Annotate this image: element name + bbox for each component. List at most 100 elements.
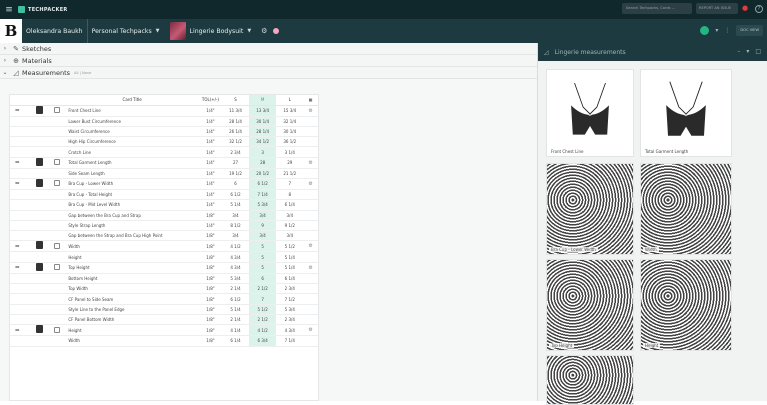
tolerance-value[interactable]: 1/4" <box>198 146 222 158</box>
measurement-card[interactable]: Front Chest Line <box>546 69 634 157</box>
size-s-value[interactable]: 28 1/4 <box>221 116 250 127</box>
tolerance-value[interactable]: 1/4" <box>198 105 222 117</box>
size-l-value[interactable]: 15 3/4 <box>276 105 304 117</box>
measurement-card[interactable]: Total Garment Length <box>640 69 732 157</box>
tolerance-value[interactable]: 1/4" <box>198 168 222 179</box>
size-s-value[interactable]: 4 3/4 <box>221 262 250 274</box>
card-title[interactable]: Style Line to the Panel Edge <box>65 304 199 315</box>
measurement-card[interactable]: Top Height <box>546 259 634 351</box>
tolerance-value[interactable]: 1/8" <box>198 283 222 295</box>
size-s-value[interactable]: 4 3/4 <box>221 251 250 263</box>
tolerance-value[interactable]: 1/4" <box>198 126 222 138</box>
row-settings-icon[interactable]: ⚙ <box>303 157 318 169</box>
size-l-value[interactable]: 5 1/2 <box>276 240 304 253</box>
table-row[interactable]: = Top Height 1/8" 4 3/4 5 5 1/4 ⚙ <box>10 262 318 274</box>
card-title[interactable]: Waist Circumference <box>65 126 199 138</box>
tolerance-value[interactable]: 1/8" <box>198 262 222 274</box>
tolerance-value[interactable]: 1/4" <box>198 189 222 201</box>
size-s-value[interactable]: 5 1/4 <box>221 199 250 211</box>
size-m-value[interactable]: 5 1/2 <box>249 304 277 315</box>
table-row[interactable]: = Width 1/8" 4 1/2 5 5 1/2 ⚙ <box>10 240 318 253</box>
size-l-value[interactable]: 5 1/4 <box>276 262 304 274</box>
tolerance-value[interactable]: 1/8" <box>198 335 222 347</box>
size-l-value[interactable]: 3/4 <box>276 210 304 221</box>
card-title[interactable]: Width <box>65 240 199 253</box>
card-title[interactable]: Crotch Line <box>65 146 199 158</box>
size-l-value[interactable]: 9 1/2 <box>276 220 304 232</box>
drag-handle-icon[interactable]: = <box>10 105 25 117</box>
card-title[interactable]: Lower Bust Circumference <box>65 116 199 127</box>
size-l-value[interactable]: 8 <box>276 189 304 201</box>
size-l-value[interactable]: 5 3/4 <box>276 304 304 315</box>
size-s-value[interactable]: 6 1/4 <box>221 335 250 347</box>
size-m-value[interactable]: 3 <box>249 146 277 158</box>
row-settings-icon[interactable]: ⚙ <box>303 105 318 117</box>
size-l-value[interactable]: 29 <box>276 157 304 169</box>
tolerance-value[interactable]: 1/8" <box>198 251 222 263</box>
sync-status-icon[interactable] <box>700 26 710 35</box>
size-m-value[interactable]: 34 1/2 <box>249 136 277 148</box>
tolerance-value[interactable]: 1/8" <box>198 273 222 285</box>
size-s-value[interactable]: 3/4 <box>221 210 250 221</box>
table-row[interactable]: Waist Circumference 1/4" 26 1/4 28 1/4 30 1/… <box>10 126 318 138</box>
size-m-value[interactable]: 13 3/4 <box>249 105 277 117</box>
size-l-value[interactable]: 30 1/4 <box>276 126 304 138</box>
more-icon[interactable]: ⋮ <box>724 27 730 34</box>
size-s-value[interactable]: 32 1/2 <box>221 136 250 148</box>
tolerance-value[interactable]: 1/8" <box>198 240 222 253</box>
size-l-value[interactable]: 3/4 <box>276 230 304 242</box>
tolerance-value[interactable]: 1/4" <box>198 178 222 190</box>
card-title[interactable]: Bra Cup - Mid Level Width <box>65 199 199 211</box>
table-row[interactable]: CF Panel Bottom Width 1/8" 2 1/4 2 1/2 2 3/4 <box>10 314 318 326</box>
row-settings-icon[interactable]: ⚙ <box>303 262 318 274</box>
size-m-value[interactable]: 3/4 <box>249 210 277 221</box>
size-l-value[interactable]: 3 1/4 <box>276 146 304 158</box>
table-row[interactable]: Gap between the Bra Cup and Strap 1/8" 3/4… <box>10 210 318 221</box>
size-m-value[interactable]: 7 <box>249 293 277 305</box>
size-s-value[interactable]: 4 1/2 <box>221 240 250 253</box>
table-settings-icon[interactable]: ▦ <box>303 95 318 106</box>
card-title[interactable]: CF Panel to Side Seam <box>65 293 199 305</box>
size-l-value[interactable]: 2 3/4 <box>276 314 304 326</box>
size-m-value[interactable]: 2 1/2 <box>249 314 277 326</box>
section-measurements[interactable]: ⌄ ◿ Measurements All | None <box>0 67 537 79</box>
section-materials[interactable]: › ⊕ Materials <box>0 55 537 67</box>
table-row[interactable]: = Height 1/8" 4 1/4 4 1/2 4 3/4 ⚙ <box>10 324 318 337</box>
product-select[interactable]: Lingerie Bodysuit ▼ <box>186 19 256 43</box>
row-checkbox[interactable] <box>53 105 66 117</box>
size-l-value[interactable]: 36 1/2 <box>276 136 304 148</box>
size-s-value[interactable]: 3/4 <box>221 230 250 242</box>
checkbox[interactable] <box>53 180 60 187</box>
row-checkbox[interactable] <box>53 240 66 253</box>
drag-handle-icon[interactable]: = <box>10 157 25 169</box>
tolerance-value[interactable]: 1/8" <box>198 230 222 242</box>
measurement-card[interactable]: Bra Cup - Lower Width <box>546 163 634 255</box>
size-m-value[interactable]: 28 1/4 <box>249 126 277 138</box>
row-checkbox[interactable] <box>53 178 66 190</box>
size-l-value[interactable]: 7 1/2 <box>276 293 304 305</box>
size-s-value[interactable]: 6 <box>221 178 250 190</box>
minimize-icon[interactable]: – <box>737 48 740 55</box>
size-s-value[interactable]: 11 3/4 <box>221 105 250 117</box>
tolerance-value[interactable]: 1/8" <box>198 210 222 221</box>
card-title[interactable]: Gap between the Bra Cup and Strap <box>65 210 199 221</box>
workspace-select[interactable]: Personal Techpacks ▼ <box>86 19 164 43</box>
tolerance-value[interactable]: 1/8" <box>198 293 222 305</box>
table-row[interactable]: High Hip Circumference 1/4" 32 1/2 34 1/2 36… <box>10 136 318 148</box>
table-row[interactable]: CF Panel to Side Seam 1/8" 6 1/2 7 7 1/2 <box>10 293 318 305</box>
size-s-value[interactable]: 26 1/4 <box>221 126 250 138</box>
notification-bell-icon[interactable]: ● <box>742 4 751 13</box>
card-title[interactable]: Side Seam Length <box>65 168 199 179</box>
table-row[interactable]: Style Line to the Panel Edge 1/8" 5 1/4 5 1… <box>10 304 318 315</box>
card-title[interactable]: Bra Cup - Lower Width <box>65 178 199 190</box>
card-title[interactable]: Front Chest Line <box>65 105 199 117</box>
card-title[interactable]: Height <box>65 324 199 337</box>
drag-handle-icon[interactable]: = <box>10 324 25 337</box>
size-m-value[interactable]: 5 <box>249 240 277 253</box>
card-title[interactable]: Bra Cup - Total Height <box>65 189 199 201</box>
row-settings-icon[interactable]: ⚙ <box>303 240 318 253</box>
checkbox[interactable] <box>53 326 60 333</box>
menu-icon[interactable]: ≡ <box>0 0 18 19</box>
size-l-value[interactable]: 2 3/4 <box>276 283 304 295</box>
table-row[interactable]: = Total Garment Length 1/4" 27 28 29 ⚙ <box>10 157 318 169</box>
